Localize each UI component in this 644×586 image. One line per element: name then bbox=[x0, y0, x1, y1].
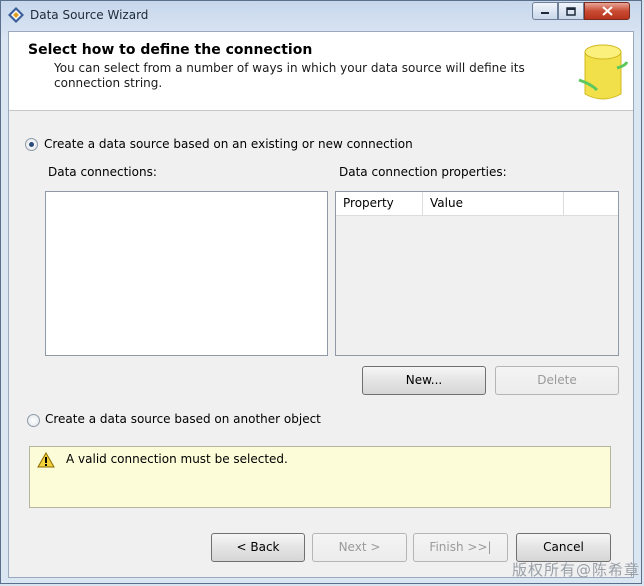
connection-properties-label: Data connection properties: bbox=[339, 165, 507, 179]
page-title: Select how to define the connection bbox=[28, 42, 313, 58]
minimize-button[interactable] bbox=[532, 2, 558, 20]
next-button[interactable]: Next > bbox=[312, 533, 407, 562]
maximize-icon bbox=[566, 6, 576, 16]
wizard-header: Select how to define the connection You … bbox=[9, 32, 633, 111]
wizard-window: Data Source Wizard Select how to define … bbox=[0, 0, 642, 584]
minimize-icon bbox=[541, 12, 549, 14]
close-icon bbox=[601, 6, 613, 16]
wizard-diamond-icon bbox=[8, 7, 24, 23]
close-button[interactable] bbox=[584, 2, 630, 20]
column-header-property[interactable]: Property bbox=[336, 192, 423, 215]
validation-message-panel: A valid connection must be selected. bbox=[29, 446, 611, 508]
validation-message: A valid connection must be selected. bbox=[66, 452, 288, 466]
data-connections-list[interactable] bbox=[45, 191, 328, 356]
back-button[interactable]: < Back bbox=[211, 533, 305, 562]
data-connections-label: Data connections: bbox=[48, 165, 157, 179]
database-icon bbox=[578, 44, 629, 100]
window-title: Data Source Wizard bbox=[30, 8, 149, 22]
new-connection-button[interactable]: New... bbox=[362, 366, 486, 395]
another-object-radio[interactable] bbox=[27, 414, 40, 427]
cancel-button[interactable]: Cancel bbox=[516, 533, 611, 562]
existing-connection-radio[interactable] bbox=[25, 138, 38, 151]
maximize-button[interactable] bbox=[558, 2, 584, 20]
page-description: You can select from a number of ways in … bbox=[54, 61, 525, 90]
finish-button[interactable]: Finish >>| bbox=[413, 533, 508, 562]
existing-connection-label[interactable]: Create a data source based on an existin… bbox=[44, 137, 413, 151]
another-object-label[interactable]: Create a data source based on another ob… bbox=[45, 412, 321, 426]
copyright-watermark: 版权所有@陈希章 bbox=[511, 561, 640, 579]
properties-grid-header: Property Value bbox=[336, 192, 618, 216]
title-bar[interactable]: Data Source Wizard bbox=[1, 1, 641, 31]
column-header-value[interactable]: Value bbox=[423, 192, 564, 215]
wizard-body: Select how to define the connection You … bbox=[8, 31, 634, 578]
warning-icon bbox=[37, 452, 55, 468]
connection-properties-grid[interactable]: Property Value bbox=[335, 191, 619, 356]
delete-connection-button[interactable]: Delete bbox=[495, 366, 619, 395]
